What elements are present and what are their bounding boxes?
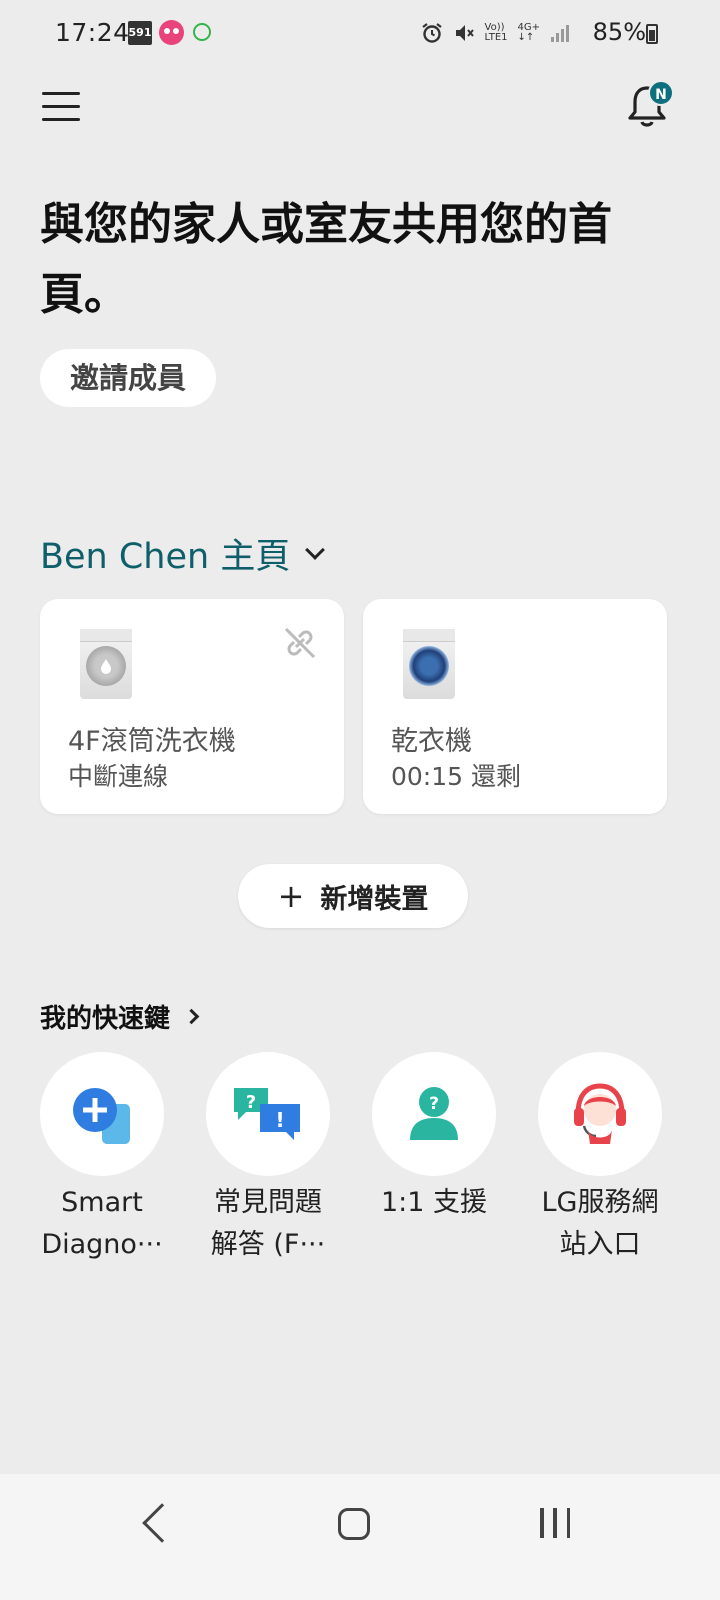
home-title: Ben Chen 主頁 [40,537,291,577]
recent-apps-icon[interactable] [540,1508,570,1538]
page-headline: 與您的家人或室友共用您的首頁。 [40,199,612,320]
status-indicators: Vo)) LTE1 4G+ ↓↑ [421,22,570,44]
headset-icon [574,1083,626,1144]
shortcut-smart-diagnosis[interactable] [40,1052,164,1176]
shortcuts-header[interactable]: 我的快速鍵 [40,998,200,1035]
device-status: 中斷連線 [68,762,169,791]
invite-member-button[interactable]: 邀請成員 [40,349,217,407]
device-card-washer[interactable]: 4F滾筒洗衣機 中斷連線 [40,599,344,814]
volte-icon: Vo)) LTE1 [484,22,508,43]
signal-icon [551,25,569,42]
alarm-icon [421,23,442,43]
disconnected-icon [284,627,316,659]
status-time: 17:24 [55,18,130,47]
battery-icon [646,24,658,44]
4g-icon: 4G+ ↓↑ [517,22,541,43]
shortcuts-title: 我的快速鍵 [40,1004,171,1034]
smart-diagnosis-icon [73,1088,130,1144]
menu-button[interactable] [42,92,80,122]
home-selector[interactable]: Ben Chen 主頁 [40,528,326,579]
support-agent-icon: ? [410,1087,458,1140]
home-icon[interactable] [338,1508,370,1540]
chevron-right-icon [183,1008,200,1025]
washer-icon [80,629,132,699]
plus-icon: + [277,877,305,915]
shortcut-label: Smart Diagno··· [41,1187,163,1260]
device-name: 4F滾筒洗衣機 [68,726,236,757]
svg-text:!: ! [275,1108,284,1132]
battery-percent: 85% [592,18,646,46]
add-device-button[interactable]: + 新增裝置 [238,864,468,928]
shortcut-support[interactable]: ? [372,1052,496,1176]
shortcut-label: 常見問題 解答 (F··· [210,1187,326,1260]
svg-text:?: ? [429,1094,439,1114]
foodpanda-icon [159,20,184,45]
app-591-icon: 591 [128,21,152,45]
mute-icon [455,25,474,41]
faq-icon: ? ! [234,1088,300,1140]
water-drop-icon [101,659,111,674]
svg-text:?: ? [246,1092,256,1113]
shortcut-lg-service[interactable] [538,1052,662,1176]
device-status: 00:15 還剩 [391,762,521,791]
shortcut-label: LG服務網 站入口 [541,1187,659,1260]
chevron-down-icon [305,539,326,560]
notification-badge: N [648,80,674,106]
dryer-icon [403,629,455,699]
device-name: 乾衣機 [391,726,472,757]
shortcut-faq[interactable]: ? ! [206,1052,330,1176]
shortcut-label: 1:1 支援 [380,1187,488,1218]
smile-app-icon [193,23,211,41]
add-device-label: 新增裝置 [320,883,429,915]
device-card-dryer[interactable]: 乾衣機 00:15 還剩 [363,599,667,814]
menu-icon [42,92,80,95]
